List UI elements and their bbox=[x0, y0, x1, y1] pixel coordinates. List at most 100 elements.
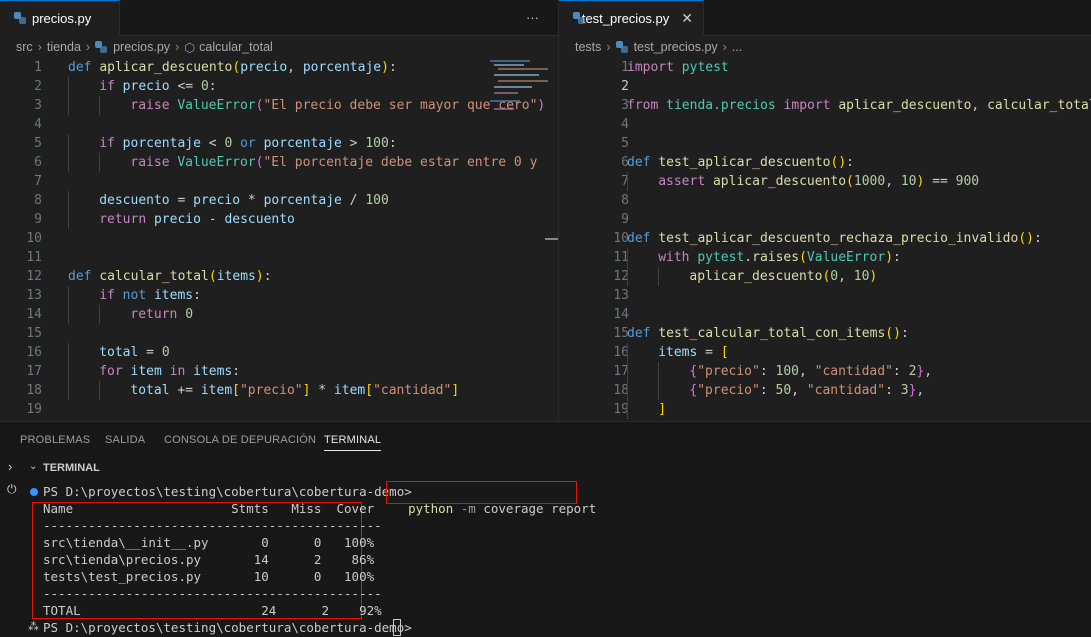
breadcrumb-right: tests › test_precios.py › ... bbox=[559, 36, 1091, 58]
code-line[interactable]: with pytest.raises(ValueError): bbox=[658, 248, 901, 267]
breadcrumb-item[interactable]: calcular_total bbox=[199, 40, 273, 54]
line-number: 11 bbox=[613, 250, 629, 265]
tab-label: precios.py bbox=[32, 10, 92, 26]
tab-test-precios[interactable]: test_precios.py ✕ bbox=[559, 0, 704, 36]
code-line[interactable]: total = 0 bbox=[99, 343, 169, 362]
breadcrumb-item[interactable]: ... bbox=[732, 40, 742, 54]
panel-chevron-icon[interactable]: › bbox=[8, 459, 12, 474]
line-number: 7 bbox=[34, 174, 42, 189]
close-icon[interactable]: ✕ bbox=[681, 10, 693, 27]
scrollbar-indicator[interactable] bbox=[545, 238, 558, 240]
breadcrumb-item[interactable]: test_precios.py bbox=[634, 40, 718, 54]
indent-guide bbox=[99, 96, 101, 115]
line-number: 17 bbox=[613, 364, 629, 379]
tab-consola-depuracion[interactable]: CONSOLA DE DEPURACIÓN bbox=[164, 434, 316, 446]
indent-guide bbox=[658, 381, 660, 400]
report-line: Name Stmts Miss Cover bbox=[43, 501, 375, 516]
line-number: 10 bbox=[613, 231, 629, 246]
line-number: 18 bbox=[613, 383, 629, 398]
indent-guide bbox=[627, 362, 628, 381]
code-line[interactable]: def test_calcular_total_con_items(): bbox=[627, 324, 909, 343]
code-line[interactable]: from tienda.precios import aplicar_descu… bbox=[627, 96, 1091, 115]
line-number: 16 bbox=[26, 345, 42, 360]
breadcrumb-left: src › tienda › precios.py › ⬡ calcular_total bbox=[0, 36, 558, 58]
indent-guide bbox=[99, 305, 101, 324]
code-line[interactable]: if precio <= 0: bbox=[99, 77, 216, 96]
line-number: 18 bbox=[26, 383, 42, 398]
terminal-prompt-2: PS D:\proyectos\testing\cobertura\cobert… bbox=[43, 620, 412, 635]
line-number: 2 bbox=[34, 79, 42, 94]
tab-terminal[interactable]: TERMINAL bbox=[324, 434, 382, 451]
code-line[interactable]: import pytest bbox=[627, 58, 729, 77]
tab-precios[interactable]: precios.py bbox=[0, 0, 120, 36]
line-number: 8 bbox=[621, 193, 629, 208]
minimap[interactable] bbox=[490, 58, 548, 118]
code-line[interactable]: for item in items: bbox=[99, 362, 240, 381]
line-number: 5 bbox=[621, 136, 629, 151]
code-line[interactable]: if not items: bbox=[99, 286, 201, 305]
code-line[interactable]: items = [ bbox=[658, 343, 728, 362]
indent-guide bbox=[68, 134, 69, 153]
terminal-section-title: TERMINAL bbox=[43, 462, 100, 474]
breadcrumb-item[interactable]: tests bbox=[575, 40, 601, 54]
code-line[interactable]: assert aplicar_descuento(1000, 10) == 90… bbox=[658, 172, 979, 191]
left-code-area[interactable]: 1 def aplicar_descuento(precio, porcentaj… bbox=[0, 58, 545, 421]
line-number: 4 bbox=[621, 117, 629, 132]
command-exe: python bbox=[408, 501, 454, 516]
code-line[interactable]: {"precio": 50, "cantidad": 3}, bbox=[689, 381, 924, 400]
report-line: tests\test_precios.py 10 0 100% bbox=[43, 569, 375, 584]
code-line[interactable]: total += item["precio"] * item["cantidad… bbox=[130, 381, 459, 400]
code-line[interactable]: return 0 bbox=[130, 305, 193, 324]
tab-salida[interactable]: SALIDA bbox=[105, 434, 145, 446]
line-number: 8 bbox=[34, 193, 42, 208]
line-number: 19 bbox=[26, 402, 42, 417]
indent-guide bbox=[68, 305, 69, 324]
python-file-icon bbox=[95, 41, 108, 53]
line-number: 16 bbox=[613, 345, 629, 360]
report-line: TOTAL 24 2 92% bbox=[43, 603, 382, 618]
line-number: 9 bbox=[34, 212, 42, 227]
indent-guide bbox=[627, 248, 628, 267]
command-status-dot bbox=[30, 488, 38, 496]
code-line[interactable]: {"precio": 100, "cantidad": 2}, bbox=[689, 362, 932, 381]
terminal-cursor bbox=[393, 619, 401, 636]
indent-guide bbox=[68, 96, 69, 115]
line-number: 6 bbox=[34, 155, 42, 170]
breadcrumb-item[interactable]: tienda bbox=[47, 40, 81, 54]
line-number: 3 bbox=[34, 98, 42, 113]
indent-guide bbox=[627, 381, 628, 400]
tab-problemas[interactable]: PROBLEMAS bbox=[20, 434, 90, 446]
indent-guide bbox=[658, 362, 660, 381]
terminal-command[interactable]: python -m coverage report bbox=[393, 483, 596, 516]
code-line[interactable]: descuento = precio * porcentaje / 100 bbox=[99, 191, 389, 210]
restart-icon[interactable]: ⏻ bbox=[7, 482, 17, 497]
code-line[interactable]: def aplicar_descuento(precio, porcentaje… bbox=[68, 58, 397, 77]
indent-guide bbox=[627, 400, 628, 419]
right-code-area[interactable]: 1 import pytest 2 3 from tienda.precios impo… bbox=[559, 58, 1091, 421]
indent-guide bbox=[99, 381, 101, 400]
code-line[interactable]: def test_aplicar_descuento_rechaza_preci… bbox=[627, 229, 1042, 248]
breadcrumb-item[interactable]: src bbox=[16, 40, 33, 54]
code-line[interactable]: ] bbox=[658, 400, 666, 419]
code-line[interactable]: aplicar_descuento(0, 10) bbox=[689, 267, 877, 286]
indent-guide bbox=[627, 172, 628, 191]
line-number: 7 bbox=[621, 174, 629, 189]
code-line[interactable]: return precio - descuento bbox=[99, 210, 295, 229]
line-number: 9 bbox=[621, 212, 629, 227]
section-chevron-down-icon[interactable]: ⌄ bbox=[29, 461, 37, 472]
tab-label: test_precios.py bbox=[581, 10, 670, 26]
more-actions-button[interactable]: ··· bbox=[526, 10, 539, 25]
code-line[interactable]: if porcentaje < 0 or porcentaje > 100: bbox=[99, 134, 396, 153]
code-line[interactable]: raise ValueError("El porcentaje debe est… bbox=[130, 153, 545, 172]
indent-guide bbox=[627, 343, 628, 362]
indent-guide bbox=[68, 381, 69, 400]
code-line[interactable]: raise ValueError("El precio debe ser may… bbox=[130, 96, 545, 115]
code-line[interactable]: def test_aplicar_descuento(): bbox=[627, 153, 854, 172]
chevron-right-icon: › bbox=[85, 40, 91, 54]
indent-guide bbox=[68, 210, 69, 229]
indent-guide bbox=[68, 343, 69, 362]
line-number: 11 bbox=[26, 250, 42, 265]
breadcrumb-item[interactable]: precios.py bbox=[113, 40, 170, 54]
line-number: 10 bbox=[26, 231, 42, 246]
code-line[interactable]: def calcular_total(items): bbox=[68, 267, 272, 286]
